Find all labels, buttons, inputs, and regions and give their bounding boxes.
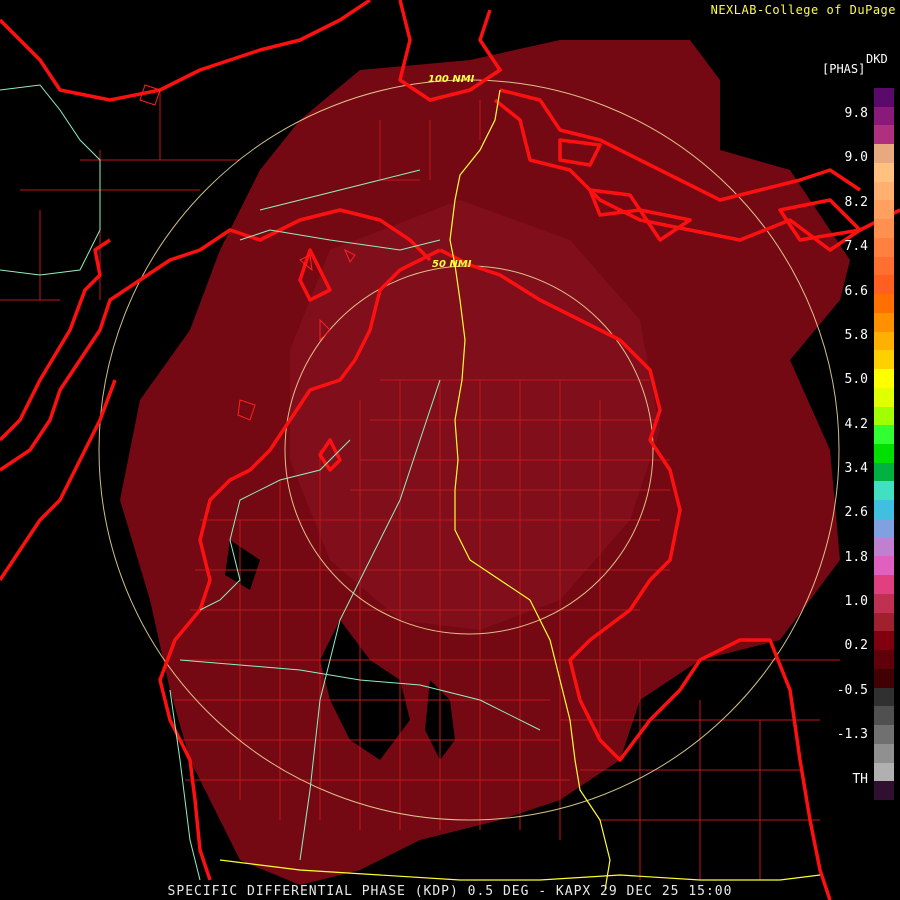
color-scale-swatch	[874, 275, 894, 295]
color-scale-swatch	[874, 106, 894, 126]
color-scale-tick-label: 7.4	[844, 239, 868, 254]
color-scale-swatch	[874, 144, 894, 164]
color-scale-swatch	[874, 500, 894, 520]
color-scale-swatch	[874, 387, 894, 408]
color-scale-swatch	[874, 125, 894, 145]
color-scale-swatch	[874, 556, 894, 576]
color-scale-bar	[874, 88, 894, 801]
color-scale-swatch	[874, 762, 894, 782]
color-scale-swatch	[874, 369, 894, 389]
color-scale-tick-label: 8.2	[844, 195, 868, 210]
color-scale-tick-label: 1.8	[844, 550, 868, 565]
color-scale-tick-label: 9.8	[844, 106, 868, 121]
color-scale-swatch	[874, 631, 894, 651]
color-scale-swatch	[874, 650, 894, 670]
color-scale-swatch	[874, 481, 894, 501]
color-scale-swatch	[874, 593, 894, 614]
product-code: DKD	[866, 52, 888, 66]
color-scale-tick-label: TH	[852, 772, 868, 787]
color-scale-tick-label: 5.8	[844, 328, 868, 343]
color-scale-swatch	[874, 256, 894, 276]
units-label: [PHAS]	[822, 62, 866, 76]
color-scale-tick-label: 5.0	[844, 372, 868, 387]
color-scale-swatch	[874, 706, 894, 726]
color-scale-swatch	[874, 781, 894, 801]
product-footer: SPECIFIC DIFFERENTIAL PHASE (KDP) 0.5 DE…	[167, 884, 733, 899]
color-scale-swatch	[874, 219, 894, 239]
color-scale-tick-label: 9.0	[844, 150, 868, 165]
color-scale-swatch	[874, 181, 894, 201]
radar-map: 100 NMI 50 NMI	[0, 0, 900, 900]
color-scale-swatch	[874, 312, 894, 333]
color-scale-swatch	[874, 687, 894, 707]
radar-echo-area	[120, 40, 850, 885]
color-scale-tick-label: 3.4	[844, 461, 868, 476]
color-scale-swatch	[874, 668, 894, 689]
color-scale-tick-label: -1.3	[836, 727, 868, 742]
color-scale-swatch	[874, 294, 894, 314]
color-scale-swatch	[874, 743, 894, 764]
color-scale-swatch	[874, 406, 894, 426]
color-scale-swatch	[874, 425, 894, 445]
color-scale-tick-label: -0.5	[836, 683, 868, 698]
color-scale-swatch	[874, 331, 894, 351]
color-scale-swatch	[874, 537, 894, 557]
color-scale-swatch	[874, 725, 894, 745]
color-scale-swatch	[874, 350, 894, 370]
ring-label-50: 50 NMI	[432, 259, 472, 270]
color-scale-tick-label: 0.2	[844, 638, 868, 653]
color-scale-tick-label: 6.6	[844, 284, 868, 299]
credit-label: NEXLAB-College of DuPage	[710, 3, 896, 17]
color-scale-swatch	[874, 444, 894, 464]
color-scale-tick-label: 1.0	[844, 594, 868, 609]
color-scale-tick-label: 4.2	[844, 417, 868, 432]
color-scale-swatch	[874, 575, 894, 595]
color-scale-swatch	[874, 88, 894, 108]
color-scale-swatch	[874, 462, 894, 482]
color-scale-swatch	[874, 237, 894, 258]
color-scale-swatch	[874, 162, 894, 183]
color-scale-swatch	[874, 200, 894, 220]
color-scale-swatch	[874, 612, 894, 632]
color-scale-swatch	[874, 518, 894, 539]
color-scale-tick-label: 2.6	[844, 505, 868, 520]
ring-label-100: 100 NMI	[428, 74, 475, 85]
